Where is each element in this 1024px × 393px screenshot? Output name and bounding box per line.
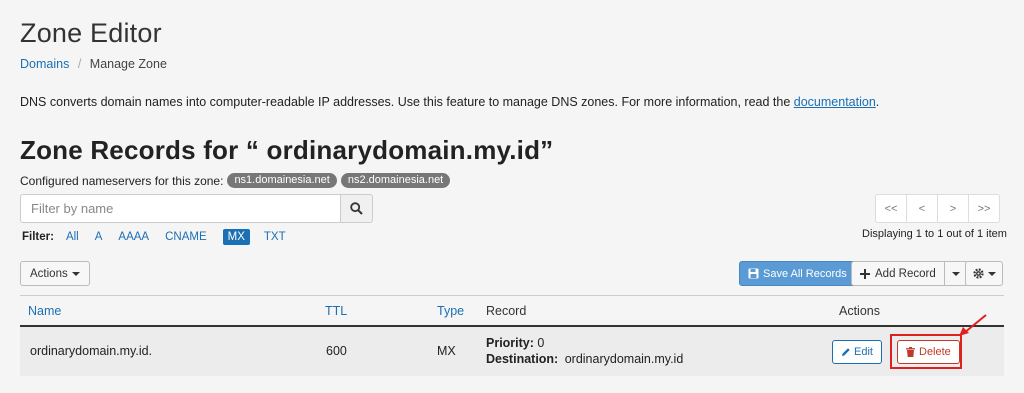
priority-value: 0 [537,336,545,350]
annotation-arrow-icon [959,314,987,336]
description-text: DNS converts domain names into computer-… [20,95,794,109]
chevron-down-icon [71,271,80,276]
actions-dropdown-button[interactable]: Actions [20,261,90,286]
settings-dropdown-button[interactable] [965,261,1003,286]
record-details: Priority: 0 Destination: ordinarydomain.… [486,335,683,367]
column-header-ttl[interactable]: TTL [325,304,347,318]
column-header-type[interactable]: Type [437,304,464,318]
floppy-disk-icon [748,268,759,279]
table-header: Name TTL Type Record Actions [20,295,1004,327]
gear-icon [973,268,984,279]
description-end: . [875,95,880,109]
plus-icon [860,268,870,279]
save-all-records-button[interactable]: Save All Records [739,261,856,286]
breadcrumb: Domains / Manage Zone [20,57,167,71]
search-group [20,194,373,223]
edit-button[interactable]: Edit [832,340,882,364]
column-header-actions: Actions [839,304,880,318]
documentation-link[interactable]: documentation [794,95,876,109]
filter-by-name-input[interactable] [20,194,340,223]
pagination: << < > >> [875,194,1000,223]
save-all-label: Save All Records [763,267,847,280]
add-record-label: Add Record [875,267,936,280]
actions-label: Actions [30,267,68,280]
nameserver-badge: ns1.domainesia.net [227,173,337,188]
nameservers-label: Configured nameservers for this zone: [20,173,224,188]
last-page-button[interactable]: >> [968,194,1000,223]
breadcrumb-separator: / [77,57,82,71]
next-page-button[interactable]: > [937,194,969,223]
chevron-down-icon [952,271,961,276]
destination-label: Destination: [486,352,559,366]
zone-editor-page: Zone Editor Domains / Manage Zone DNS co… [0,0,1024,393]
page-description: DNS converts domain names into computer-… [20,95,879,109]
filter-txt[interactable]: TXT [264,231,286,243]
zone-records-heading: Zone Records for “ ordinarydomain.my.id” [20,135,554,165]
record-type-filter: Filter: All A AAAA CNAME MX TXT [22,229,302,245]
column-header-name[interactable]: Name [28,304,61,318]
filter-mx[interactable]: MX [222,229,250,245]
search-icon [350,202,363,215]
page-title: Zone Editor [20,18,162,48]
add-record-button[interactable]: Add Record [851,261,945,286]
table-row: ordinarydomain.my.id. 600 MX Priority: 0… [20,327,1004,376]
nameservers-line: Configured nameservers for this zone: ns… [20,173,451,188]
first-page-button[interactable]: << [875,194,907,223]
filter-aaaa[interactable]: AAAA [118,231,149,243]
filter-all[interactable]: All [66,231,79,243]
add-record-group: Add Record [851,261,969,286]
record-type: MX [437,344,456,358]
edit-label: Edit [854,346,873,358]
destination-value: ordinarydomain.my.id [564,352,684,366]
zone-records-table: Name TTL Type Record Actions ordinarydom… [20,295,1004,376]
pencil-icon [842,348,850,356]
filter-label: Filter: [22,231,54,243]
search-button[interactable] [340,194,373,223]
breadcrumb-current: Manage Zone [89,57,167,71]
nameserver-badge: ns2.domainesia.net [340,173,451,188]
annotation-highlight-box [890,334,962,369]
breadcrumb-domains-link[interactable]: Domains [20,57,69,71]
record-ttl: 600 [326,344,347,358]
column-header-record: Record [486,304,527,318]
previous-page-button[interactable]: < [906,194,938,223]
filter-a[interactable]: A [95,231,103,243]
pagination-status: Displaying 1 to 1 out of 1 item [862,228,1007,240]
record-destination: Destination: ordinarydomain.my.id [486,351,683,367]
priority-label: Priority: [486,336,534,350]
record-name: ordinarydomain.my.id. [30,344,153,358]
record-priority: Priority: 0 [486,335,683,351]
filter-cname[interactable]: CNAME [165,231,207,243]
chevron-down-icon [988,271,996,276]
